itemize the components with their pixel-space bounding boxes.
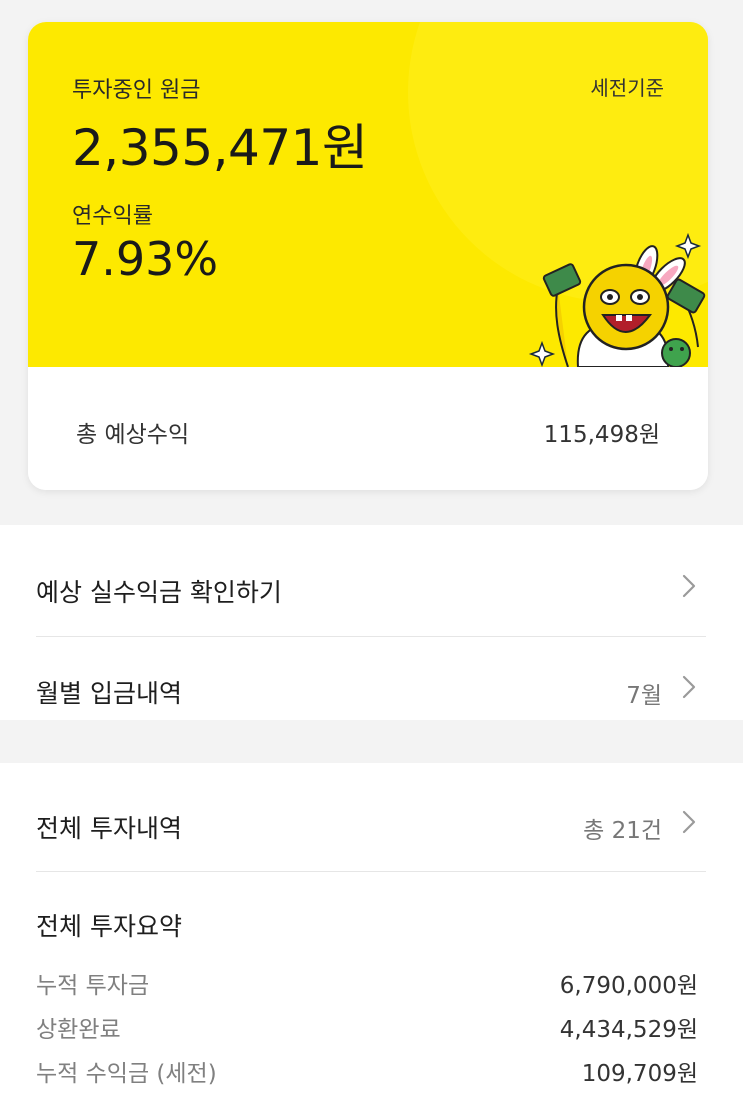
expected-return-value: 115,498원 bbox=[543, 422, 660, 448]
summary-label: 상환완료 bbox=[36, 1017, 121, 1043]
card-footer: 총 예상수익 115,498원 bbox=[28, 367, 708, 490]
chevron-right-icon bbox=[682, 675, 696, 699]
mascot-illustration bbox=[528, 232, 706, 367]
sparkle-icon bbox=[674, 232, 702, 260]
menu-section: 예상 실수익금 확인하기 월별 입금내역 7월 bbox=[0, 525, 743, 720]
summary-row: 상환완료 4,434,529원 bbox=[36, 1010, 706, 1046]
principal-value: 2,355,471원 bbox=[72, 119, 368, 177]
summary-value: 109,709원 bbox=[581, 1061, 698, 1087]
investment-history-label: 전체 투자내역 bbox=[36, 814, 182, 843]
investment-history-count: 총 21건 bbox=[583, 818, 662, 844]
expected-net-return-row[interactable]: 예상 실수익금 확인하기 bbox=[36, 535, 706, 635]
expected-net-return-label: 예상 실수익금 확인하기 bbox=[36, 578, 282, 607]
annual-return-label: 연수익률 bbox=[72, 204, 153, 229]
summary-label: 누적 수익금 (세전) bbox=[36, 1061, 217, 1087]
investment-section: 전체 투자내역 총 21건 전체 투자요약 누적 투자금 6,790,000원 … bbox=[0, 763, 743, 1107]
sparkle-icon bbox=[528, 340, 556, 367]
chevron-right-icon bbox=[682, 574, 696, 598]
chevron-right-icon bbox=[682, 810, 696, 834]
pre-tax-basis-label: 세전기준 bbox=[590, 76, 664, 100]
expected-return-label: 총 예상수익 bbox=[76, 422, 190, 448]
summary-value: 6,790,000원 bbox=[559, 973, 698, 999]
monthly-deposit-month: 7월 bbox=[626, 683, 662, 709]
card-header: 투자중인 원금 2,355,471원 세전기준 연수익률 7.93% bbox=[28, 22, 708, 367]
annual-return-value: 7.93% bbox=[72, 232, 219, 286]
principal-label: 투자중인 원금 bbox=[72, 78, 201, 103]
investment-summary-card: 투자중인 원금 2,355,471원 세전기준 연수익률 7.93% 총 예상수… bbox=[28, 22, 708, 490]
divider bbox=[36, 871, 706, 872]
summary-row: 누적 수익금 (세전) 109,709원 bbox=[36, 1054, 706, 1090]
summary-label: 누적 투자금 bbox=[36, 973, 150, 999]
monthly-deposit-row[interactable]: 월별 입금내역 7월 bbox=[36, 636, 706, 736]
summary-row: 누적 투자금 6,790,000원 bbox=[36, 966, 706, 1002]
summary-title: 전체 투자요약 bbox=[36, 912, 182, 941]
monthly-deposit-label: 월별 입금내역 bbox=[36, 679, 182, 708]
investment-history-row[interactable]: 전체 투자내역 총 21건 bbox=[36, 771, 706, 871]
summary-value: 4,434,529원 bbox=[559, 1017, 698, 1043]
